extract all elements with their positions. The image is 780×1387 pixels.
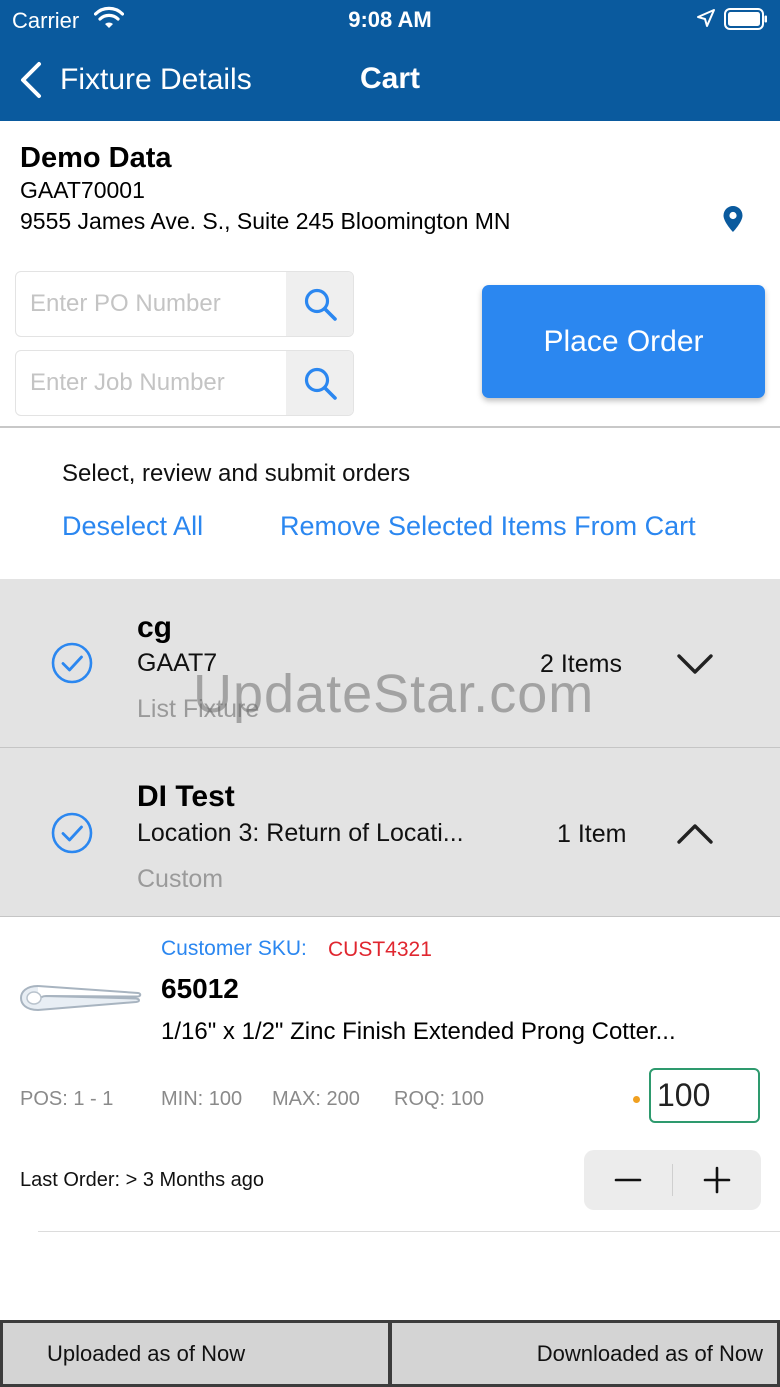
check-circle-icon[interactable] bbox=[51, 812, 93, 854]
customer-address: 9555 James Ave. S., Suite 245 Bloomingto… bbox=[20, 208, 511, 234]
downloaded-label: Downloaded as of Now bbox=[536, 1340, 763, 1366]
remove-selected-link[interactable]: Remove Selected Items From Cart bbox=[280, 511, 696, 542]
map-pin-icon[interactable] bbox=[722, 205, 744, 233]
chevron-down-icon[interactable] bbox=[676, 652, 714, 676]
group-item-count: 1 Item bbox=[557, 820, 627, 848]
po-number-input[interactable] bbox=[16, 272, 288, 336]
cart-group-di-test[interactable]: DI Test Location 3: Return of Locati... … bbox=[0, 748, 780, 916]
group-subtitle: Location 3: Return of Locati... bbox=[137, 819, 464, 847]
check-circle-icon[interactable] bbox=[51, 642, 93, 684]
last-order-text: Last Order: > 3 Months ago bbox=[20, 1169, 265, 1191]
chevron-up-icon[interactable] bbox=[676, 822, 714, 846]
sku-label: Customer SKU: bbox=[161, 937, 307, 960]
decrement-button[interactable] bbox=[584, 1150, 672, 1210]
item-pos: POS: 1 - 1 bbox=[20, 1088, 114, 1110]
divider bbox=[0, 426, 780, 428]
location-arrow-icon bbox=[697, 9, 715, 27]
group-name: DI Test bbox=[137, 780, 235, 813]
job-number-input[interactable] bbox=[16, 351, 288, 415]
customer-name: Demo Data bbox=[20, 142, 172, 174]
uploaded-label: Uploaded as of Now bbox=[47, 1340, 246, 1366]
item-separator bbox=[38, 1231, 780, 1232]
navigation-bar: Fixture Details Cart bbox=[0, 50, 780, 110]
item-number: 65012 bbox=[161, 973, 239, 1004]
item-min: MIN: 100 bbox=[161, 1088, 243, 1110]
quantity-stepper bbox=[584, 1150, 761, 1210]
sku-value: CUST4321 bbox=[328, 938, 432, 961]
increment-button[interactable] bbox=[673, 1150, 761, 1210]
status-time: 9:08 AM bbox=[348, 7, 432, 32]
watermark: UpdateStar.com bbox=[193, 664, 595, 724]
downloaded-status: Downloaded as of Now bbox=[389, 1320, 780, 1387]
battery-icon bbox=[724, 8, 767, 30]
job-search-button[interactable] bbox=[286, 351, 353, 415]
po-search-button[interactable] bbox=[286, 272, 353, 336]
group-separator bbox=[0, 916, 780, 917]
item-max: MAX: 200 bbox=[272, 1088, 360, 1110]
po-number-field bbox=[15, 271, 354, 337]
deselect-all-link[interactable]: Deselect All bbox=[62, 511, 203, 542]
place-order-button[interactable]: Place Order bbox=[482, 285, 765, 398]
quantity-input[interactable]: 100 bbox=[649, 1068, 760, 1123]
status-bar: Carrier 9:08 AM bbox=[0, 0, 780, 40]
search-icon bbox=[304, 367, 337, 400]
cotter-pin-image bbox=[19, 985, 142, 1012]
page-title: Cart bbox=[359, 62, 420, 95]
plus-icon bbox=[703, 1166, 731, 1194]
status-dot bbox=[633, 1096, 640, 1103]
item-roq: ROQ: 100 bbox=[394, 1088, 485, 1110]
customer-code: GAAT70001 bbox=[20, 177, 145, 203]
minus-icon bbox=[614, 1178, 642, 1182]
job-number-field bbox=[15, 350, 354, 416]
group-name: cg bbox=[137, 611, 173, 644]
top-bar: Carrier 9:08 AM Fixture Details Cart bbox=[0, 0, 780, 121]
search-icon bbox=[304, 288, 337, 321]
item-description: 1/16" x 1/2" Zinc Finish Extended Prong … bbox=[161, 1018, 676, 1045]
uploaded-status: Uploaded as of Now bbox=[0, 1320, 391, 1387]
instructions-text: Select, review and submit orders bbox=[62, 460, 411, 487]
group-type: Custom bbox=[137, 865, 224, 893]
